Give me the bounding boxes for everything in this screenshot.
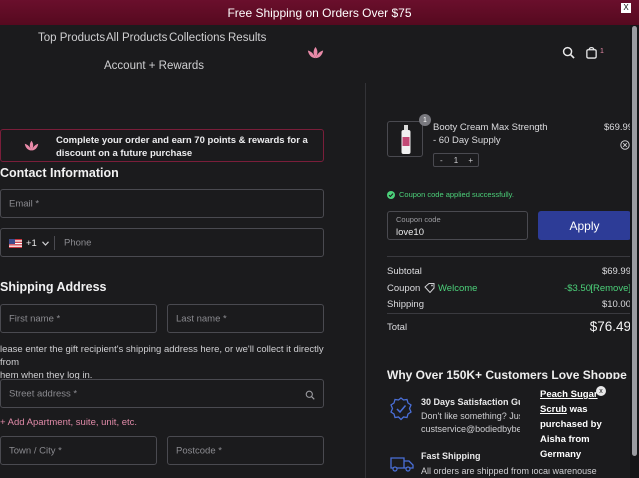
- coupon-row: Coupon Welcome -$3.50 [Remove]: [387, 283, 631, 294]
- nav-account-rewards[interactable]: Account + Rewards: [104, 60, 204, 72]
- last-name-field[interactable]: Last name *: [167, 304, 324, 333]
- qty-minus-button[interactable]: -: [434, 154, 449, 166]
- quantity-stepper[interactable]: - 1 +: [433, 153, 479, 167]
- us-flag-icon: [9, 239, 22, 248]
- popup-close-button[interactable]: x: [596, 386, 606, 396]
- coupon-row-label: Coupon: [387, 283, 421, 294]
- postcode-placeholder: Postcode *: [176, 445, 222, 456]
- product-price: $69.99: [604, 122, 634, 133]
- banner-close-button[interactable]: X: [621, 3, 631, 13]
- chevron-down-icon[interactable]: [42, 241, 49, 246]
- coupon-label: Coupon code: [396, 215, 441, 224]
- banner-text: Free Shipping on Orders Over $75: [227, 5, 412, 20]
- subtotal-row: Subtotal $69.99: [387, 266, 631, 277]
- check-circle-icon: [387, 190, 395, 199]
- phone-placeholder: Phone: [64, 237, 92, 248]
- remove-coupon-link[interactable]: [Remove]: [590, 283, 631, 294]
- coupon-discount: -$3.50: [564, 283, 591, 294]
- lotus-logo-icon[interactable]: [307, 45, 324, 61]
- street-field[interactable]: Street address *: [0, 379, 324, 408]
- nav-results[interactable]: Results: [228, 32, 266, 44]
- truck-icon: [390, 457, 414, 472]
- divider: [387, 313, 631, 314]
- town-placeholder: Town / City *: [9, 445, 62, 456]
- shipping-value: $10.00: [601, 299, 631, 310]
- total-value: $76.49: [589, 319, 631, 334]
- search-icon: [305, 390, 315, 400]
- phone-field[interactable]: +1 Phone: [0, 228, 324, 257]
- scrollbar-thumb[interactable]: [632, 26, 637, 456]
- cart-icon[interactable]: [582, 43, 600, 61]
- coupon-value[interactable]: love10: [396, 227, 424, 238]
- product-variant: - 60 Day Supply: [433, 135, 501, 146]
- coupon-success-message: Coupon code applied successfully.: [387, 190, 514, 199]
- satisfaction-badge-icon: [390, 397, 412, 421]
- subtotal-value: $69.99: [601, 266, 631, 277]
- last-name-placeholder: Last name *: [176, 313, 227, 324]
- product-image: [387, 121, 423, 157]
- coupon-success-text: Coupon code applied successfully.: [399, 190, 514, 199]
- feature-shipping-title: Fast Shipping: [421, 451, 481, 461]
- first-name-field[interactable]: First name *: [0, 304, 157, 333]
- town-field[interactable]: Town / City *: [0, 436, 157, 465]
- rewards-text: Complete your order and earn 70 points &…: [56, 135, 308, 159]
- email-placeholder: Email *: [9, 198, 40, 209]
- popup-line2: Aisha from Germany: [540, 434, 590, 460]
- nav-collections[interactable]: Collections: [169, 32, 225, 44]
- gift-note: lease enter the gift recipient's shippin…: [0, 343, 324, 382]
- nav-all-products[interactable]: All Products: [106, 32, 167, 44]
- shipping-label: Shipping: [387, 299, 424, 310]
- total-label: Total: [387, 322, 408, 333]
- shipping-title: Shipping Address: [0, 280, 107, 294]
- search-icon[interactable]: [559, 43, 577, 61]
- product-name: Booty Cream Max Strength: [433, 122, 548, 133]
- feature-guarantee-line1: Don't like something? Just: [421, 411, 526, 421]
- contact-title: Contact Information: [0, 166, 119, 180]
- lotus-rewards-icon: [24, 140, 39, 151]
- coupon-name: Welcome: [438, 283, 478, 294]
- phone-divider: [54, 236, 55, 250]
- feature-guarantee-title: 30 Days Satisfaction Gua: [421, 397, 529, 407]
- country-code[interactable]: +1: [26, 238, 37, 249]
- add-apartment-link[interactable]: + Add Apartment, suite, unit, etc.: [0, 417, 137, 428]
- subtotal-label: Subtotal: [387, 266, 422, 277]
- coupon-input[interactable]: Coupon code love10: [387, 211, 528, 240]
- nav-top-products[interactable]: Top Products: [38, 32, 105, 44]
- remove-item-icon[interactable]: [620, 140, 630, 150]
- cart-count-badge: 1: [600, 48, 604, 55]
- postcode-field[interactable]: Postcode *: [167, 436, 324, 465]
- tag-icon: [424, 283, 435, 293]
- qty-value[interactable]: 1: [449, 154, 464, 166]
- column-divider: [365, 83, 366, 478]
- apply-button[interactable]: Apply: [538, 211, 631, 240]
- announcement-banner: Free Shipping on Orders Over $75: [0, 0, 639, 25]
- email-field[interactable]: Email *: [0, 189, 324, 218]
- gift-note-line1: lease enter the gift recipient's shippin…: [0, 344, 324, 368]
- rewards-notice: Complete your order and earn 70 points &…: [0, 129, 324, 162]
- first-name-placeholder: First name *: [9, 313, 61, 324]
- divider: [387, 256, 631, 257]
- shipping-row: Shipping $10.00: [387, 299, 631, 310]
- qty-plus-button[interactable]: +: [463, 154, 478, 166]
- item-qty-badge: 1: [419, 114, 431, 126]
- feature-guarantee-line2: custservice@bodiedbybella: [421, 424, 531, 434]
- street-placeholder: Street address *: [9, 388, 78, 399]
